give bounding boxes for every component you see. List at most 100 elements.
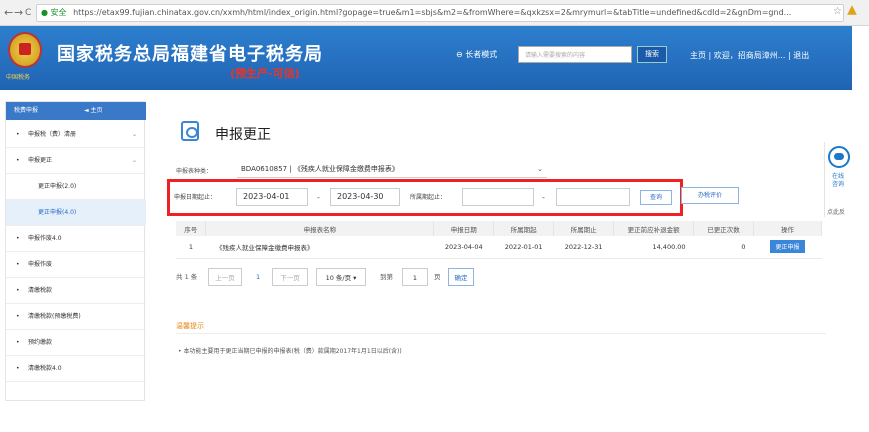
bookmark-star-icon[interactable]: ☆ bbox=[833, 6, 842, 17]
emblem-caption: 中国税务 bbox=[6, 74, 31, 81]
range-dash: - bbox=[542, 193, 545, 202]
period-from-input[interactable] bbox=[462, 188, 534, 206]
sidebar-item-pay[interactable]: • 清缴税款 bbox=[6, 278, 146, 304]
correct-declaration-button[interactable]: 更正申报 bbox=[770, 240, 805, 254]
security-indicator: ● 安全 bbox=[41, 8, 67, 17]
bullet-icon: • bbox=[16, 313, 20, 320]
column-header: 所属期止 bbox=[553, 221, 615, 236]
feedback-link[interactable]: 点此反 bbox=[827, 207, 845, 216]
declarations-table: 序号 申报表名称 申报日期 所属期起 所属期止 更正前应补退金额 已更正次数 操… bbox=[176, 221, 822, 259]
column-header: 序号 bbox=[176, 221, 207, 236]
sidebar-item-pay-4[interactable]: • 清缴税款4.0 bbox=[6, 356, 146, 382]
column-header: 申报表名称 bbox=[205, 221, 435, 236]
goto-page-input[interactable]: 1 bbox=[402, 268, 428, 286]
form-type-value: BDA0610857 | 《残疾人就业保障金缴费申报表》 bbox=[241, 165, 399, 173]
page-unit: 页 bbox=[434, 273, 441, 281]
sidebar-item-label: 清缴税款 bbox=[28, 287, 53, 294]
right-rail-divider bbox=[824, 142, 825, 217]
action-cell: 更正申报 bbox=[753, 236, 822, 259]
tax-emblem-icon bbox=[8, 32, 42, 68]
form-type-select[interactable]: BDA0610857 | 《残疾人就业保障金缴费申报表》 ⌄ bbox=[237, 161, 547, 178]
url-text: https://etax99.fujian.chinatax.gov.cn/xx… bbox=[73, 8, 792, 17]
prev-page-button[interactable]: 上一页 bbox=[208, 268, 242, 286]
column-header: 更正前应补退金额 bbox=[613, 221, 695, 236]
column-header: 申报日期 bbox=[433, 221, 495, 236]
sidebar-item-label: 预约缴款 bbox=[28, 339, 53, 346]
table-header-row: 序号 申报表名称 申报日期 所属期起 所属期止 更正前应补退金额 已更正次数 操… bbox=[176, 221, 822, 236]
date-from-input[interactable]: 2023-04-01 bbox=[236, 188, 308, 206]
column-header: 所属期起 bbox=[493, 221, 555, 236]
period-start: 2022-01-01 bbox=[493, 236, 554, 259]
declaration-date: 2023-04-04 bbox=[433, 236, 494, 259]
online-consult-label[interactable]: 在线咨询 bbox=[832, 173, 848, 189]
date-range-label: 申报日期起止： bbox=[174, 194, 217, 201]
chat-icon[interactable] bbox=[828, 146, 850, 168]
sidebar: 税费申报 ◄ 主页 • 申报税（费）清册 ⌄ • 申报更正 ⌄ 更正申报(2.0) 更正… bbox=[5, 101, 146, 401]
date-to-input[interactable]: 2023-04-30 bbox=[330, 188, 400, 206]
search-button[interactable]: 搜索 bbox=[637, 46, 667, 63]
sidebar-item-scheduled-pay[interactable]: • 预约缴款 bbox=[6, 330, 146, 356]
form-type-label: 申报表种类： bbox=[176, 168, 213, 175]
bullet-icon: • bbox=[16, 235, 20, 242]
pagination: 共 1 条 上一页 1 下一页 10 条/页 ▾ 到第 1 页 确定 bbox=[176, 268, 506, 290]
period-end: 2022-12-31 bbox=[553, 236, 614, 259]
sidebar-title[interactable]: 税费申报 bbox=[14, 102, 38, 120]
reload-icon[interactable]: C bbox=[25, 6, 31, 20]
warning-icon[interactable] bbox=[847, 5, 857, 15]
site-subtitle: (预生产-可信) bbox=[230, 67, 300, 80]
sidebar-item-pay-prepaid[interactable]: • 清缴税款(预缴税费) bbox=[6, 304, 146, 330]
address-bar[interactable]: ● 安全 https://etax99.fujian.chinatax.gov.… bbox=[36, 4, 844, 22]
period-range-label: 所属期起止： bbox=[410, 194, 447, 201]
sidebar-item-void-4[interactable]: • 申报作废4.0 bbox=[6, 226, 146, 252]
sidebar-item-label: 申报作废4.0 bbox=[28, 235, 62, 242]
query-button[interactable]: 查询 bbox=[640, 190, 672, 205]
sidebar-item-label: 清缴税款(预缴税费) bbox=[28, 313, 81, 320]
table-row: 1 《残疾人就业保障金缴费申报表》 2023-04-04 2022-01-01 … bbox=[176, 236, 822, 259]
period-to-input[interactable] bbox=[556, 188, 630, 206]
chevron-down-icon: ⌄ bbox=[537, 165, 543, 173]
total-count: 共 1 条 bbox=[176, 273, 198, 281]
browser-toolbar: ← → C ● 安全 https://etax99.fujian.chinata… bbox=[0, 0, 869, 26]
goto-label: 到第 bbox=[380, 273, 393, 281]
column-header: 操作 bbox=[753, 221, 822, 236]
back-icon[interactable]: ← bbox=[4, 6, 13, 20]
home-link[interactable]: ◄ 主页 bbox=[84, 102, 103, 120]
amount: 14,400.00 bbox=[613, 236, 694, 259]
sidebar-item-label: 申报税（费）清册 bbox=[28, 131, 77, 138]
sidebar-item-correction-2[interactable]: 更正申报(2.0) bbox=[6, 174, 146, 200]
bullet-icon: • bbox=[16, 287, 20, 294]
bullet-icon: • bbox=[16, 157, 20, 164]
sidebar-item-label: 申报更正 bbox=[28, 157, 53, 164]
header-links[interactable]: 主页 | 欢迎，招商局漳州... | 退出 bbox=[690, 50, 809, 61]
sidebar-item-tax-list[interactable]: • 申报税（费）清册 ⌄ bbox=[6, 122, 146, 148]
elder-mode-link[interactable]: ⊖ 长者模式 bbox=[456, 49, 497, 60]
sidebar-item-label: 更正申报(4.0) bbox=[38, 209, 77, 216]
form-name: 《残疾人就业保障金缴费申报表》 bbox=[205, 236, 434, 259]
page-size-select[interactable]: 10 条/页 ▾ bbox=[316, 268, 366, 286]
evaluate-button[interactable]: 办税评价 bbox=[681, 187, 739, 204]
chevron-down-icon: ⌄ bbox=[132, 157, 138, 164]
forward-icon[interactable]: → bbox=[14, 6, 23, 20]
bullet-icon: • bbox=[16, 131, 20, 138]
bullet-icon: • bbox=[16, 339, 20, 346]
sidebar-item-correction[interactable]: • 申报更正 ⌄ bbox=[6, 148, 146, 174]
sidebar-item-correction-4[interactable]: 更正申报(4.0) bbox=[6, 200, 146, 226]
search-input[interactable]: 请输入需要搜索的内容 bbox=[518, 46, 632, 63]
chevron-down-icon: ⌄ bbox=[132, 131, 138, 138]
tips-note: • 本功能主要用于更正当期已申报的申报表(税（费）款属期2017年1月1日以后(… bbox=[178, 348, 402, 355]
row-number: 1 bbox=[176, 236, 206, 259]
tips-title: 温馨提示 bbox=[176, 322, 204, 330]
page-number[interactable]: 1 bbox=[256, 268, 260, 286]
correction-count: 0 bbox=[693, 236, 754, 259]
next-page-button[interactable]: 下一页 bbox=[272, 268, 308, 286]
document-refresh-icon bbox=[181, 121, 199, 141]
site-title: 国家税务总局福建省电子税务局 bbox=[57, 44, 323, 65]
bullet-icon: • bbox=[16, 261, 20, 268]
range-dash: - bbox=[317, 193, 320, 202]
page-title: 申报更正 bbox=[215, 127, 271, 143]
column-header: 已更正次数 bbox=[693, 221, 754, 236]
bullet-icon: • bbox=[16, 365, 20, 372]
sidebar-item-void[interactable]: • 申报作废 bbox=[6, 252, 146, 278]
sidebar-item-label: 清缴税款4.0 bbox=[28, 365, 62, 372]
goto-confirm-button[interactable]: 确定 bbox=[448, 268, 474, 286]
